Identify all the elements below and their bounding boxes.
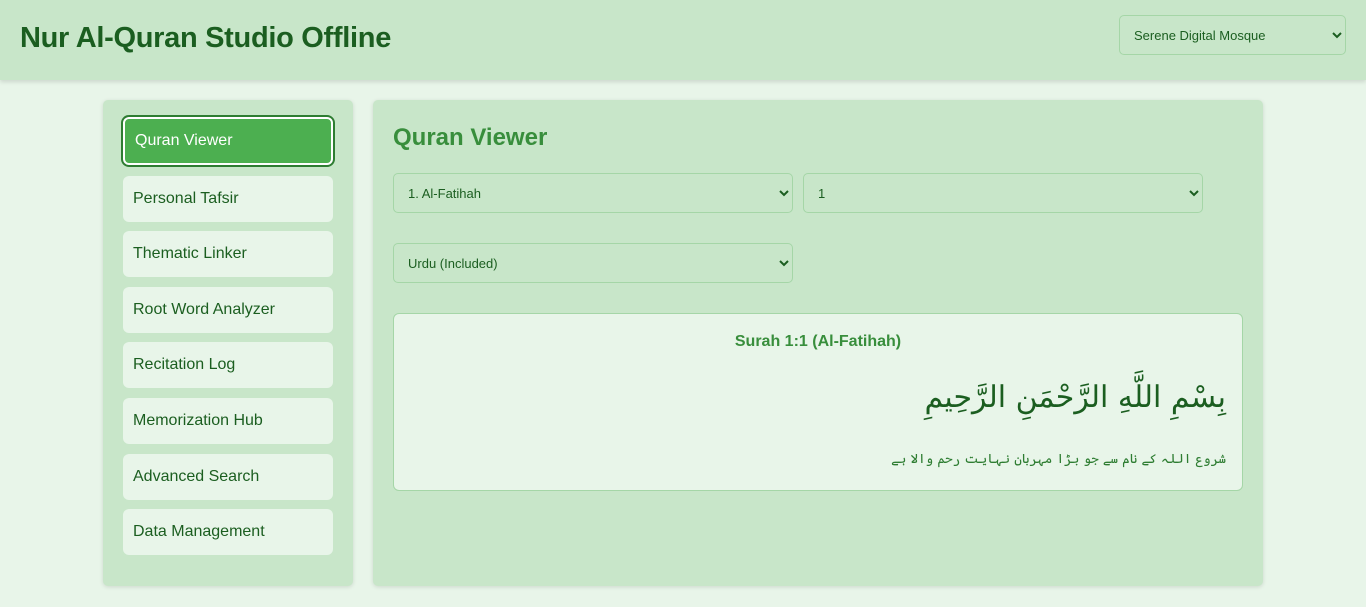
sidebar-item-personal-tafsir[interactable]: Personal Tafsir (123, 176, 333, 222)
theme-select[interactable]: Serene Digital Mosque (1119, 15, 1346, 55)
sidebar-item-quran-viewer[interactable]: Quran Viewer (123, 117, 333, 165)
verse-card: Surah 1:1 (Al-Fatihah) بِسْمِ اللَّهِ ال… (393, 313, 1243, 491)
ayah-select[interactable]: 1 (803, 173, 1203, 213)
sidebar-item-data-management[interactable]: Data Management (123, 509, 333, 555)
sidebar-item-advanced-search[interactable]: Advanced Search (123, 454, 333, 500)
sidebar-item-root-word-analyzer[interactable]: Root Word Analyzer (123, 287, 333, 333)
sidebar-item-thematic-linker[interactable]: Thematic Linker (123, 231, 333, 277)
main-panel: Quran Viewer 1. Al-Fatihah 1 Urdu (Inclu… (373, 100, 1263, 586)
sidebar: Quran Viewer Personal Tafsir Thematic Li… (103, 100, 353, 586)
app-title: Nur Al-Quran Studio Offline (20, 22, 392, 54)
verse-arabic-text: بِسْمِ اللَّهِ الرَّحْمَنِ الرَّحِيمِ (924, 380, 1226, 415)
translation-select[interactable]: Urdu (Included) (393, 243, 793, 283)
sidebar-item-recitation-log[interactable]: Recitation Log (123, 342, 333, 388)
verse-reference: Surah 1:1 (Al-Fatihah) (734, 333, 902, 350)
verse-translation-text: شروع اللہ کے نام سے جو بڑا مہربان نہایت … (891, 452, 1226, 467)
sidebar-item-memorization-hub[interactable]: Memorization Hub (123, 398, 333, 444)
top-bar: Nur Al-Quran Studio Offline Serene Digit… (0, 0, 1366, 80)
page-title: Quran Viewer (393, 124, 548, 151)
surah-select[interactable]: 1. Al-Fatihah (393, 173, 793, 213)
